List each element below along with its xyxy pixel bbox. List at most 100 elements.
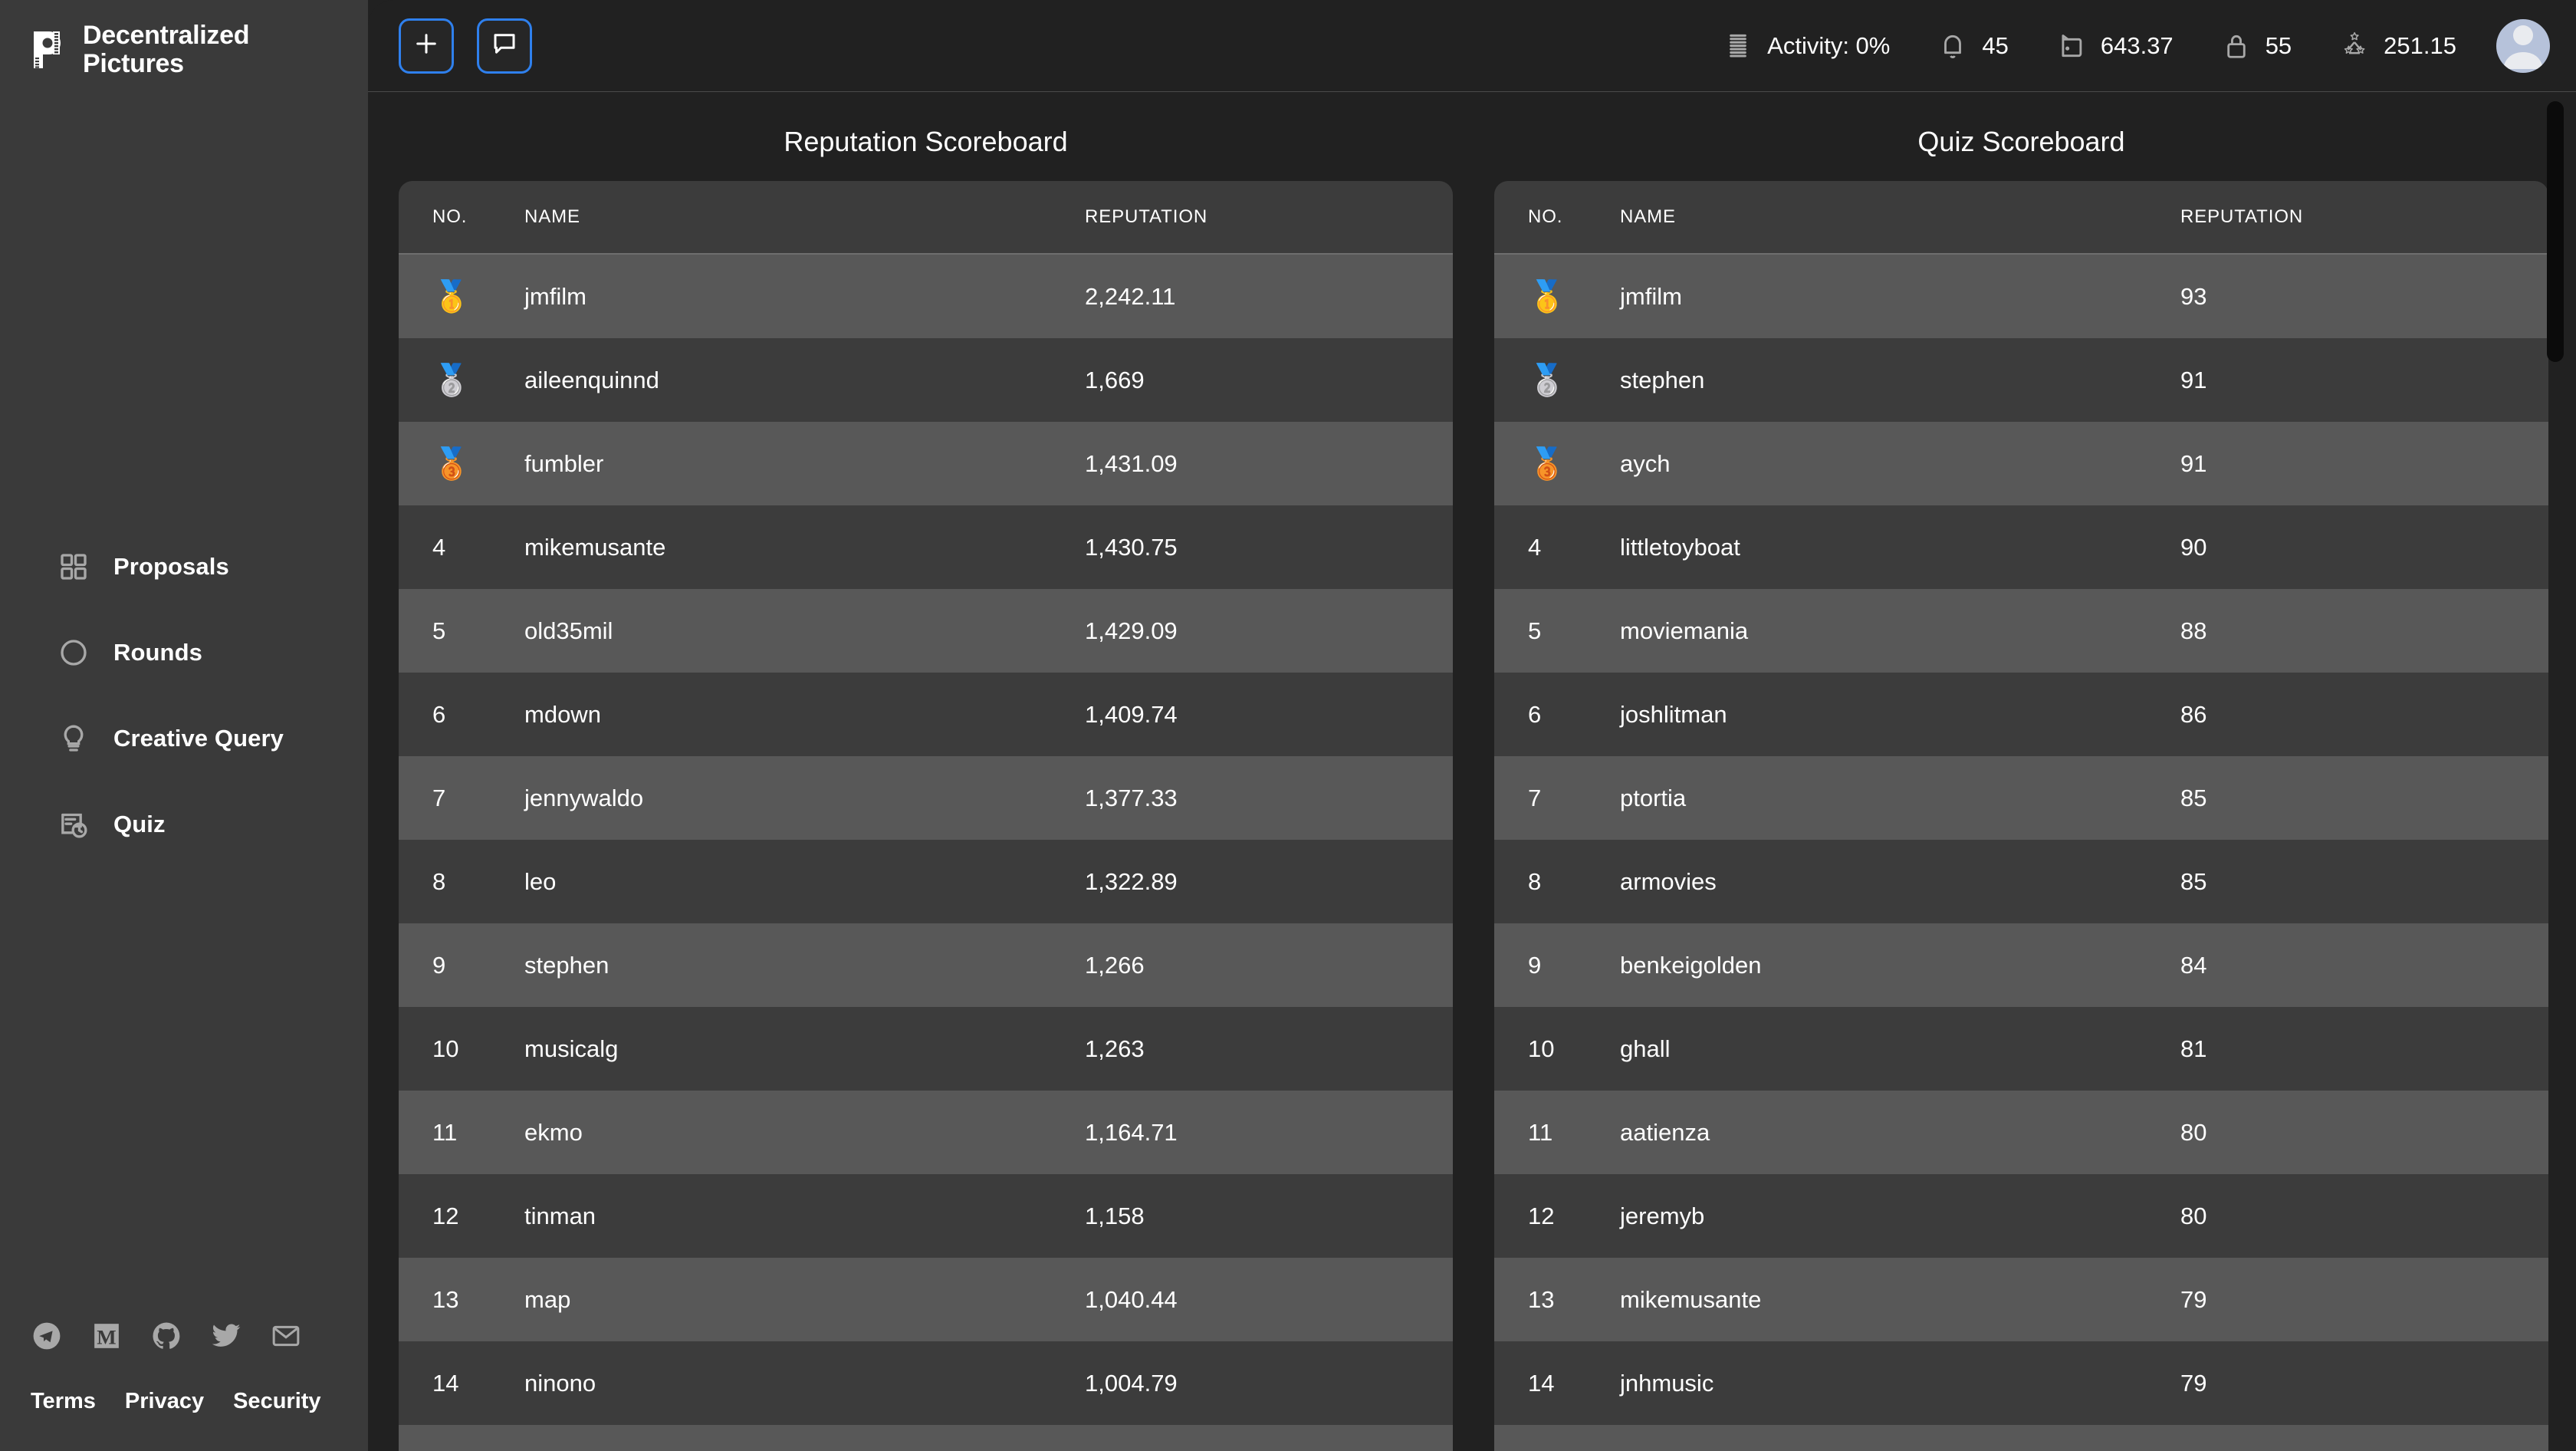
table-row[interactable]: 4mikemusante1,430.75 — [399, 505, 1453, 589]
table-row[interactable]: 12jeremyb80 — [1494, 1174, 2548, 1258]
table-row[interactable]: 14ninono1,004.79 — [399, 1341, 1453, 1425]
column-header-reputation: REPUTATION — [1085, 206, 1453, 228]
table-row[interactable]: 7jennywaldo1,377.33 — [399, 756, 1453, 840]
table-row[interactable]: 🥇jmfilm2,242.11 — [399, 255, 1453, 338]
reputation-table: NO. NAME REPUTATION 🥇jmfilm2,242.11🥈aile… — [399, 181, 1453, 1451]
table-row[interactable]: 🥈aileenquinnd1,669 — [399, 338, 1453, 422]
rank-number: 8 — [1528, 868, 1620, 896]
rank-medal-icon: 🥉 — [1528, 449, 1620, 479]
sidebar-item-rounds[interactable]: Rounds — [0, 610, 368, 696]
row-name: mikemusante — [524, 534, 1085, 561]
stat-wallet[interactable]: 643.37 — [2032, 28, 2196, 64]
table-row[interactable]: 14jnhmusic79 — [1494, 1341, 2548, 1425]
table-row[interactable]: 5old35mil1,429.09 — [399, 589, 1453, 673]
bell-icon — [1936, 28, 1970, 64]
table-row[interactable]: 10musicalg1,263 — [399, 1007, 1453, 1091]
stat-activity[interactable]: Activity: 0% — [1698, 28, 1913, 64]
table-row[interactable]: 4littletoyboat90 — [1494, 505, 2548, 589]
row-name: fumbler — [524, 450, 1085, 478]
table-row[interactable]: 15gossoguy78 — [1494, 1425, 2548, 1451]
row-name: ptortia — [1620, 785, 2180, 812]
circle-icon — [57, 636, 90, 670]
telegram-icon[interactable] — [31, 1320, 63, 1352]
rank-number: 11 — [1528, 1119, 1620, 1147]
sidebar-item-label: Creative Query — [113, 725, 284, 752]
row-name: musicalg — [524, 1035, 1085, 1063]
row-reputation: 84 — [2180, 952, 2548, 979]
stat-reputation[interactable]: 251.15 — [2315, 28, 2479, 64]
reputation-scoreboard: Reputation Scoreboard NO. NAME REPUTATIO… — [399, 92, 1453, 1451]
rank-number: 10 — [432, 1035, 524, 1063]
table-row[interactable]: 🥉fumbler1,431.09 — [399, 422, 1453, 505]
table-row[interactable]: 13mikemusante79 — [1494, 1258, 2548, 1341]
row-name: mdown — [524, 701, 1085, 729]
legal-link-security[interactable]: Security — [233, 1389, 320, 1414]
table-row[interactable]: 6mdown1,409.74 — [399, 673, 1453, 756]
stat-notifications[interactable]: 45 — [1913, 28, 2031, 64]
brand-logo[interactable]: Decentralized Pictures — [0, 0, 368, 77]
table-row[interactable]: 5moviemania88 — [1494, 589, 2548, 673]
rank-number: 9 — [432, 952, 524, 979]
wallet-icon — [2055, 28, 2088, 64]
legal-link-terms[interactable]: Terms — [31, 1389, 96, 1414]
sidebar-item-label: Quiz — [113, 811, 166, 838]
table-row[interactable]: 6joshlitman86 — [1494, 673, 2548, 756]
twitter-icon[interactable] — [210, 1320, 242, 1352]
table-row[interactable]: 10ghall81 — [1494, 1007, 2548, 1091]
rank-number: 7 — [1528, 785, 1620, 812]
rank-number: 6 — [432, 701, 524, 729]
table-row[interactable]: 13map1,040.44 — [399, 1258, 1453, 1341]
add-button[interactable] — [399, 18, 454, 74]
row-name: stephen — [524, 952, 1085, 979]
row-reputation: 1,669 — [1085, 367, 1453, 394]
sidebar-item-creative-query[interactable]: Creative Query — [0, 696, 368, 781]
rank-number: 11 — [432, 1119, 524, 1147]
sidebar-nav: Proposals Rounds Creat — [0, 524, 368, 867]
row-name: aileenquinnd — [524, 367, 1085, 394]
table-row[interactable]: 9benkeigolden84 — [1494, 923, 2548, 1007]
avatar[interactable] — [2496, 19, 2550, 73]
row-name: littletoyboat — [1620, 534, 2180, 561]
row-reputation: 80 — [2180, 1203, 2548, 1230]
column-header-name: NAME — [524, 206, 1085, 228]
lock-icon — [2220, 28, 2253, 64]
table-row[interactable]: 8leo1,322.89 — [399, 840, 1453, 923]
sidebar-item-quiz[interactable]: Quiz — [0, 781, 368, 867]
legal-links: Terms Privacy Security — [0, 1389, 368, 1414]
github-icon[interactable] — [150, 1320, 182, 1352]
table-row[interactable]: 15mistervex966.42 — [399, 1425, 1453, 1451]
row-reputation: 1,322.89 — [1085, 868, 1453, 896]
lightbulb-icon — [57, 722, 90, 755]
row-name: leo — [524, 868, 1085, 896]
plus-icon — [412, 30, 440, 61]
table-row[interactable]: 9stephen1,266 — [399, 923, 1453, 1007]
table-row[interactable]: 🥈stephen91 — [1494, 338, 2548, 422]
table-row[interactable]: 🥉aych91 — [1494, 422, 2548, 505]
medium-icon[interactable]: M — [90, 1320, 123, 1352]
row-reputation: 79 — [2180, 1370, 2548, 1397]
sidebar: Decentralized Pictures Proposals — [0, 0, 368, 1451]
table-row[interactable]: 12tinman1,158 — [399, 1174, 1453, 1258]
chat-button[interactable] — [477, 18, 532, 74]
rank-medal-icon: 🥇 — [1528, 281, 1620, 312]
legal-link-privacy[interactable]: Privacy — [125, 1389, 204, 1414]
row-reputation: 80 — [2180, 1119, 2548, 1147]
stat-locked[interactable]: 55 — [2196, 28, 2315, 64]
table-row[interactable]: 7ptortia85 — [1494, 756, 2548, 840]
stat-notifications-value: 45 — [1982, 32, 2008, 60]
table-row[interactable]: 🥇jmfilm93 — [1494, 255, 2548, 338]
reputation-table-body: 🥇jmfilm2,242.11🥈aileenquinnd1,669🥉fumble… — [399, 255, 1453, 1451]
vertical-scrollbar[interactable] — [2547, 101, 2564, 362]
row-name: jeremyb — [1620, 1203, 2180, 1230]
rank-medal-icon: 🥇 — [432, 281, 524, 312]
row-name: jnhmusic — [1620, 1370, 2180, 1397]
stars-network-icon — [2338, 28, 2371, 64]
row-reputation: 1,266 — [1085, 952, 1453, 979]
table-row[interactable]: 8armovies85 — [1494, 840, 2548, 923]
sidebar-item-proposals[interactable]: Proposals — [0, 524, 368, 610]
table-row[interactable]: 11aatienza80 — [1494, 1091, 2548, 1174]
row-reputation: 85 — [2180, 785, 2548, 812]
brand-line-1: Decentralized — [83, 21, 249, 50]
email-icon[interactable] — [270, 1320, 302, 1352]
table-row[interactable]: 11ekmo1,164.71 — [399, 1091, 1453, 1174]
